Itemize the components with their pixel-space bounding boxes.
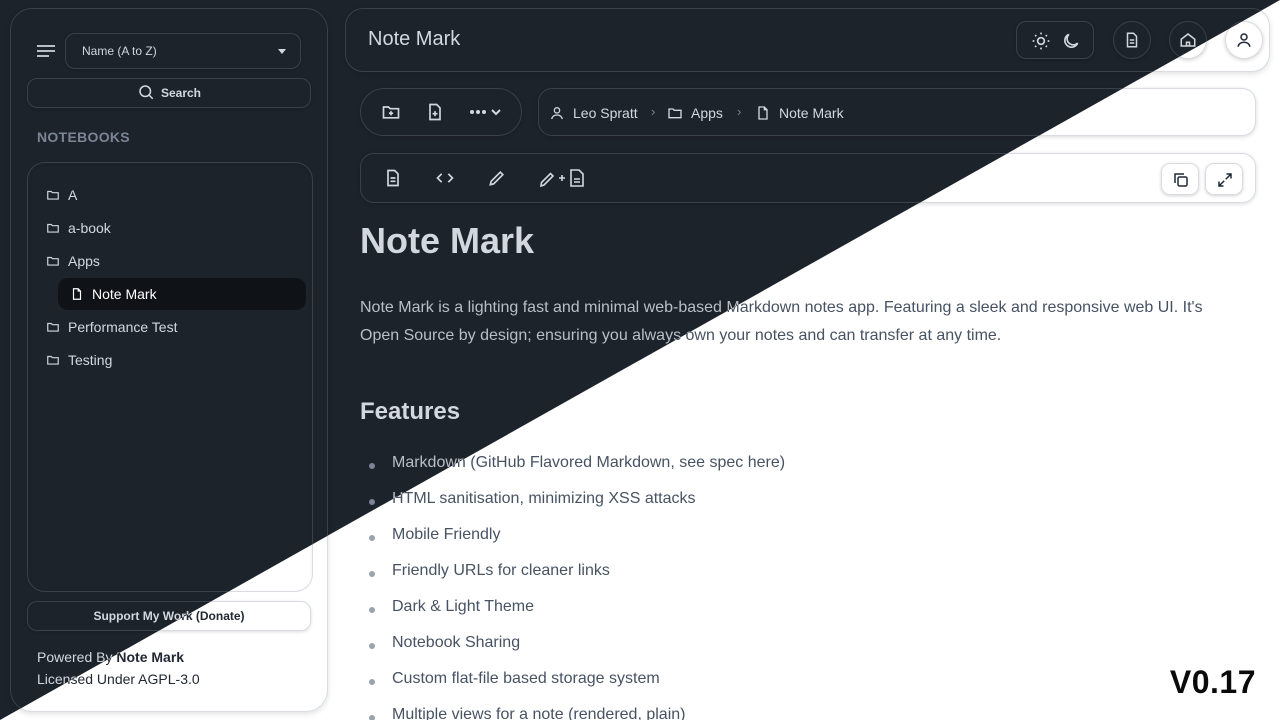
menu-icon[interactable]: [37, 45, 55, 63]
list-item: Friendly URLs for cleaner links: [360, 562, 785, 598]
notebook-tree: A a-book Apps Note Mark Performance Test…: [27, 162, 313, 592]
tree-item-label: Testing: [68, 352, 113, 368]
tree-item[interactable]: Apps: [46, 249, 100, 273]
edit-split-icon[interactable]: [539, 168, 587, 188]
list-item: Multiple views for a note (rendered, pla…: [360, 706, 785, 720]
sort-select[interactable]: Name (A to Z): [65, 33, 301, 69]
search-button-label: Search: [160, 86, 202, 100]
more-options-icon[interactable]: [469, 102, 505, 122]
top-bar: Note Mark: [345, 8, 1270, 72]
tree-item-label: Note Mark: [92, 286, 157, 302]
copy-button[interactable]: [1161, 163, 1199, 195]
copy-icon: [1174, 173, 1188, 187]
notes-button[interactable]: [1113, 21, 1151, 59]
features-heading: Features: [360, 398, 461, 425]
document-icon: [1126, 32, 1138, 48]
user-icon: [1237, 33, 1251, 47]
chevron-right-icon: ›: [651, 104, 656, 119]
edit-icon[interactable]: [487, 168, 507, 188]
home-icon: [1180, 33, 1196, 47]
tree-item-label: Performance Test: [68, 319, 178, 335]
rendered-view-icon[interactable]: [383, 168, 403, 188]
document-icon: [72, 288, 82, 300]
feature-list: Markdown (GitHub Flavored Markdown, see …: [360, 454, 785, 720]
search-icon: [139, 85, 154, 100]
code-view-icon[interactable]: [435, 168, 455, 188]
folder-icon: [47, 256, 59, 266]
folder-icon: [47, 190, 59, 200]
powered-name: Note Mark: [116, 649, 185, 665]
chevron-right-icon: ›: [737, 104, 742, 119]
moon-icon[interactable]: [1061, 31, 1081, 51]
tree-item[interactable]: a-book: [46, 216, 111, 240]
note-toolbar: [360, 88, 522, 136]
tree-item[interactable]: A: [46, 183, 77, 207]
list-item: Notebook Sharing: [360, 634, 785, 670]
tree-item[interactable]: Testing: [46, 348, 112, 372]
breadcrumb-folder-label: Apps: [691, 105, 723, 121]
document-title: Note Mark: [360, 220, 535, 261]
folder-icon: [47, 322, 59, 332]
breadcrumb-folder[interactable]: Apps: [667, 104, 723, 122]
document-icon: [758, 106, 768, 120]
tree-item-selected[interactable]: Note Mark: [58, 278, 306, 310]
tree-item-label: A: [68, 187, 78, 203]
list-item: Dark & Light Theme: [360, 598, 785, 634]
page-title: Note Mark: [368, 28, 461, 50]
new-note-icon[interactable]: [425, 102, 445, 122]
sort-select-value: Name (A to Z): [82, 44, 157, 58]
list-item: Custom flat-file based storage system: [360, 670, 785, 706]
tree-item[interactable]: Performance Test: [46, 315, 177, 339]
list-item: Mobile Friendly: [360, 526, 785, 562]
caret-down-icon: [278, 49, 286, 54]
tree-item-label: a-book: [68, 220, 111, 236]
breadcrumb-user-label: Leo Spratt: [573, 105, 638, 121]
notebooks-heading: NOTEBOOKS: [37, 129, 130, 145]
folder-icon: [47, 355, 59, 365]
version-label: V0.17: [1169, 664, 1256, 700]
user-icon: [551, 107, 563, 120]
expand-icon: [1218, 173, 1232, 187]
breadcrumb-note[interactable]: Note Mark: [755, 104, 844, 122]
fullscreen-button[interactable]: [1205, 163, 1243, 195]
folder-icon: [47, 223, 59, 233]
tree-item-label: Apps: [68, 253, 100, 269]
breadcrumb-user[interactable]: Leo Spratt: [549, 104, 638, 122]
theme-toggle[interactable]: [1016, 21, 1094, 59]
new-folder-icon[interactable]: [381, 102, 401, 122]
breadcrumb-note-label: Note Mark: [779, 105, 844, 121]
folder-icon: [668, 108, 682, 119]
sun-icon[interactable]: [1031, 31, 1051, 51]
search-button[interactable]: Search: [27, 78, 311, 108]
list-item: HTML sanitisation, minimizing XSS attack…: [360, 490, 785, 526]
